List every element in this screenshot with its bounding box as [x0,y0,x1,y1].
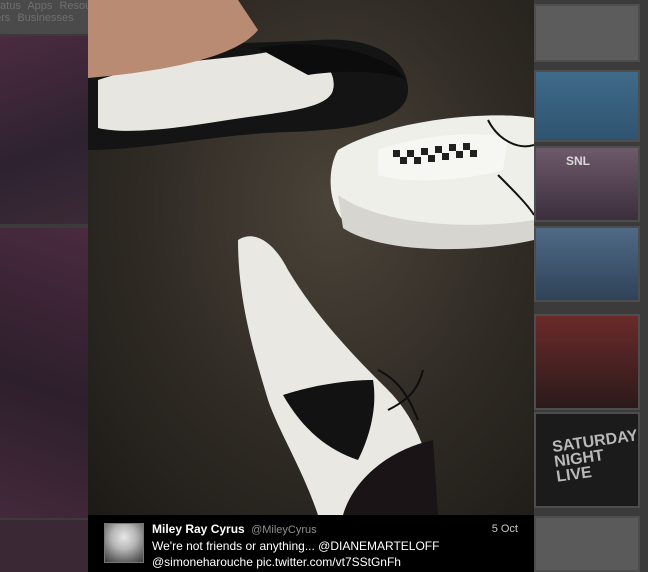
user-handle[interactable]: @MileyCyrus [251,524,317,536]
media-thumbnail[interactable] [534,314,640,410]
nav-link[interactable]: Resou [59,0,91,12]
nav-link[interactable]: Businesses [17,12,73,24]
background-profile-image [0,228,88,518]
media-link[interactable]: pic.twitter.com/vt7SStGnFh [256,555,401,569]
tweet-text-body: We're not friends or anything... [152,539,319,553]
background-profile-image [0,520,88,572]
tweet-text: We're not friends or anything... @DIANEM… [152,538,512,570]
avatar[interactable] [104,523,144,563]
page: tatus Apps Resou ers Businesses SNL SATU… [0,0,648,572]
display-name[interactable]: Miley Ray Cyrus [152,522,245,536]
tweet-caption: Miley Ray Cyrus @MileyCyrus 5 Oct We're … [88,515,534,572]
mention-link[interactable]: @simoneharouche [152,555,253,569]
background-profile-image [0,36,88,224]
tweet-timestamp[interactable]: 5 Oct [492,523,518,535]
media-thumbnail[interactable]: SNL [534,146,640,222]
tweet-author[interactable]: Miley Ray Cyrus @MileyCyrus [152,522,317,536]
nav-link[interactable]: Apps [27,0,52,12]
background-nav-row-top: tatus Apps Resou [0,0,95,12]
media-thumbnail[interactable] [534,226,640,302]
tweet-photo[interactable] [88,0,534,515]
media-thumbnail[interactable] [534,4,640,62]
background-nav-row-bottom: ers Businesses [0,12,78,24]
media-thumbnail[interactable] [534,70,640,142]
snl-logo: SNL [566,154,590,168]
background-nav: tatus Apps Resou ers Businesses [0,0,100,34]
snl-live-logo: SATURDAY NIGHT LIVE [551,427,639,486]
nav-link[interactable]: tatus [0,0,21,12]
nav-link[interactable]: ers [0,12,10,24]
media-thumbnail[interactable]: SATURDAY NIGHT LIVE [534,412,640,508]
shoes-photo-illustration [88,0,534,515]
mention-link[interactable]: @DIANEMARTELOFF [318,539,439,553]
media-thumbnail[interactable] [534,516,640,572]
media-lightbox: Miley Ray Cyrus @MileyCyrus 5 Oct We're … [88,0,534,572]
